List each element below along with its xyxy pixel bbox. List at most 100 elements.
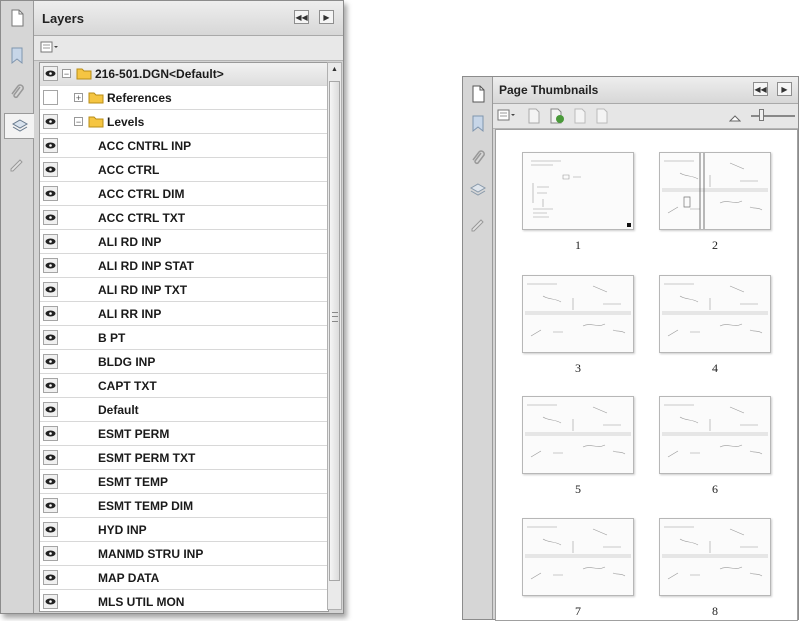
eye-icon[interactable] bbox=[43, 330, 58, 345]
page-number-label: 3 bbox=[575, 361, 581, 375]
level-label: ESMT PERM TXT bbox=[98, 451, 196, 465]
layers-toolbar bbox=[34, 36, 343, 61]
signature-icon[interactable] bbox=[4, 151, 30, 177]
layer-level-row[interactable]: CAPT TXT bbox=[40, 375, 328, 398]
scroll-up-icon[interactable]: ▲ bbox=[328, 63, 341, 77]
level-label: ALI RD INP bbox=[98, 235, 162, 249]
page-thumbnail[interactable] bbox=[522, 152, 634, 230]
eye-icon[interactable] bbox=[43, 546, 58, 561]
eye-icon[interactable] bbox=[43, 210, 58, 225]
page-thumbnail[interactable] bbox=[659, 275, 771, 353]
eye-icon[interactable] bbox=[43, 114, 58, 129]
page-thumbnail[interactable] bbox=[659, 152, 771, 230]
eye-icon[interactable] bbox=[43, 450, 58, 465]
pages-icon[interactable] bbox=[465, 81, 491, 107]
layer-level-row[interactable]: HYD INP bbox=[40, 519, 328, 542]
bookmark-icon[interactable] bbox=[4, 43, 30, 69]
layer-level-row[interactable]: MLS UTIL MON bbox=[40, 591, 328, 611]
thumbnail-grid[interactable]: 1 2 3 4 5 6 7 8 bbox=[495, 129, 798, 621]
layer-references-row[interactable]: + References bbox=[40, 87, 328, 110]
page-number-label: 4 bbox=[712, 361, 718, 375]
visibility-checkbox[interactable] bbox=[43, 90, 58, 105]
layer-root-row[interactable]: − 216-501.DGN<Default> bbox=[40, 63, 328, 86]
layer-level-row[interactable]: MANMD STRU INP bbox=[40, 543, 328, 566]
layer-level-row[interactable]: ESMT TEMP bbox=[40, 471, 328, 494]
layer-level-row[interactable]: ESMT TEMP DIM bbox=[40, 495, 328, 518]
panel-title: Layers bbox=[42, 11, 84, 26]
eye-icon[interactable] bbox=[43, 162, 58, 177]
layer-level-row[interactable]: ESMT PERM bbox=[40, 423, 328, 446]
layer-level-row[interactable]: Default bbox=[40, 399, 328, 422]
eye-icon[interactable] bbox=[43, 594, 58, 609]
pages-icon[interactable] bbox=[4, 5, 30, 31]
eye-icon[interactable] bbox=[43, 354, 58, 369]
layers-icon[interactable] bbox=[465, 177, 491, 203]
zoom-out-icon[interactable] bbox=[728, 111, 742, 125]
level-label: ALI RD INP STAT bbox=[98, 259, 194, 273]
layers-icon[interactable] bbox=[4, 113, 34, 139]
extract-page-icon[interactable] bbox=[549, 108, 565, 127]
eye-icon[interactable] bbox=[43, 234, 58, 249]
insert-page-icon[interactable] bbox=[527, 108, 541, 127]
page-thumbnail[interactable] bbox=[659, 396, 771, 474]
bookmark-icon[interactable] bbox=[465, 111, 491, 137]
eye-icon[interactable] bbox=[43, 570, 58, 585]
scrollbar-thumb[interactable] bbox=[329, 81, 340, 581]
thumbnails-toolbar bbox=[493, 104, 798, 129]
layer-list-scrollbar[interactable]: ▲ bbox=[327, 62, 342, 610]
layer-level-row[interactable]: B PT bbox=[40, 327, 328, 350]
eye-icon[interactable] bbox=[43, 378, 58, 393]
page-number-label: 2 bbox=[712, 238, 718, 252]
eye-icon[interactable] bbox=[43, 138, 58, 153]
eye-icon[interactable] bbox=[43, 282, 58, 297]
eye-icon[interactable] bbox=[43, 522, 58, 537]
layer-level-row[interactable]: ALI RR INP bbox=[40, 303, 328, 326]
collapse-icon[interactable]: ◀◀ bbox=[294, 10, 309, 24]
attachment-icon[interactable] bbox=[465, 145, 491, 171]
layer-level-row[interactable]: ALI RD INP bbox=[40, 231, 328, 254]
layer-level-row[interactable]: ALI RD INP TXT bbox=[40, 279, 328, 302]
layer-level-row[interactable]: ACC CTRL DIM bbox=[40, 183, 328, 206]
rotate-page-icon[interactable] bbox=[573, 108, 587, 127]
layer-levels-row[interactable]: − Levels bbox=[40, 111, 328, 134]
page-thumbnail[interactable] bbox=[522, 518, 634, 596]
options-menu-icon[interactable]: ▶ bbox=[777, 82, 792, 96]
collapse-toggle[interactable]: − bbox=[62, 69, 71, 79]
collapse-toggle[interactable]: − bbox=[74, 117, 83, 127]
eye-icon[interactable] bbox=[43, 474, 58, 489]
level-label: ESMT TEMP DIM bbox=[98, 499, 194, 513]
navigation-rail bbox=[1, 1, 34, 613]
page-thumbnail[interactable] bbox=[659, 518, 771, 596]
layer-tree[interactable]: − 216-501.DGN<Default> + References − Le… bbox=[39, 62, 329, 612]
options-menu-icon[interactable]: ▶ bbox=[319, 10, 334, 24]
eye-icon[interactable] bbox=[43, 426, 58, 441]
level-label: Default bbox=[98, 403, 139, 417]
expand-toggle[interactable]: + bbox=[74, 93, 83, 103]
collapse-icon[interactable]: ◀◀ bbox=[753, 82, 768, 96]
zoom-slider-handle[interactable] bbox=[759, 109, 764, 121]
level-label: ACC CTRL bbox=[98, 163, 160, 177]
thumbnail-options-icon[interactable] bbox=[497, 108, 517, 125]
attachment-icon[interactable] bbox=[4, 79, 30, 105]
eye-icon[interactable] bbox=[43, 306, 58, 321]
delete-page-icon[interactable] bbox=[595, 108, 609, 127]
layer-level-row[interactable]: ESMT PERM TXT bbox=[40, 447, 328, 470]
layer-level-row[interactable]: MAP DATA bbox=[40, 567, 328, 590]
layer-level-row[interactable]: ACC CTRL TXT bbox=[40, 207, 328, 230]
layer-options-icon[interactable] bbox=[40, 41, 60, 53]
eye-icon[interactable] bbox=[43, 258, 58, 273]
page-thumbnail[interactable] bbox=[522, 275, 634, 353]
layer-level-row[interactable]: BLDG INP bbox=[40, 351, 328, 374]
layer-level-row[interactable]: ACC CTRL bbox=[40, 159, 328, 182]
layer-level-row[interactable]: ALI RD INP STAT bbox=[40, 255, 328, 278]
eye-icon[interactable] bbox=[43, 186, 58, 201]
signature-icon[interactable] bbox=[465, 211, 491, 237]
eye-icon[interactable] bbox=[43, 66, 58, 81]
eye-icon[interactable] bbox=[43, 498, 58, 513]
layer-level-row[interactable]: ACC CNTRL INP bbox=[40, 135, 328, 158]
page-thumbnail[interactable] bbox=[522, 396, 634, 474]
eye-icon[interactable] bbox=[43, 402, 58, 417]
zoom-slider-track[interactable] bbox=[751, 115, 795, 117]
level-label: ACC CNTRL INP bbox=[98, 139, 192, 153]
level-label: MANMD STRU INP bbox=[98, 547, 204, 561]
